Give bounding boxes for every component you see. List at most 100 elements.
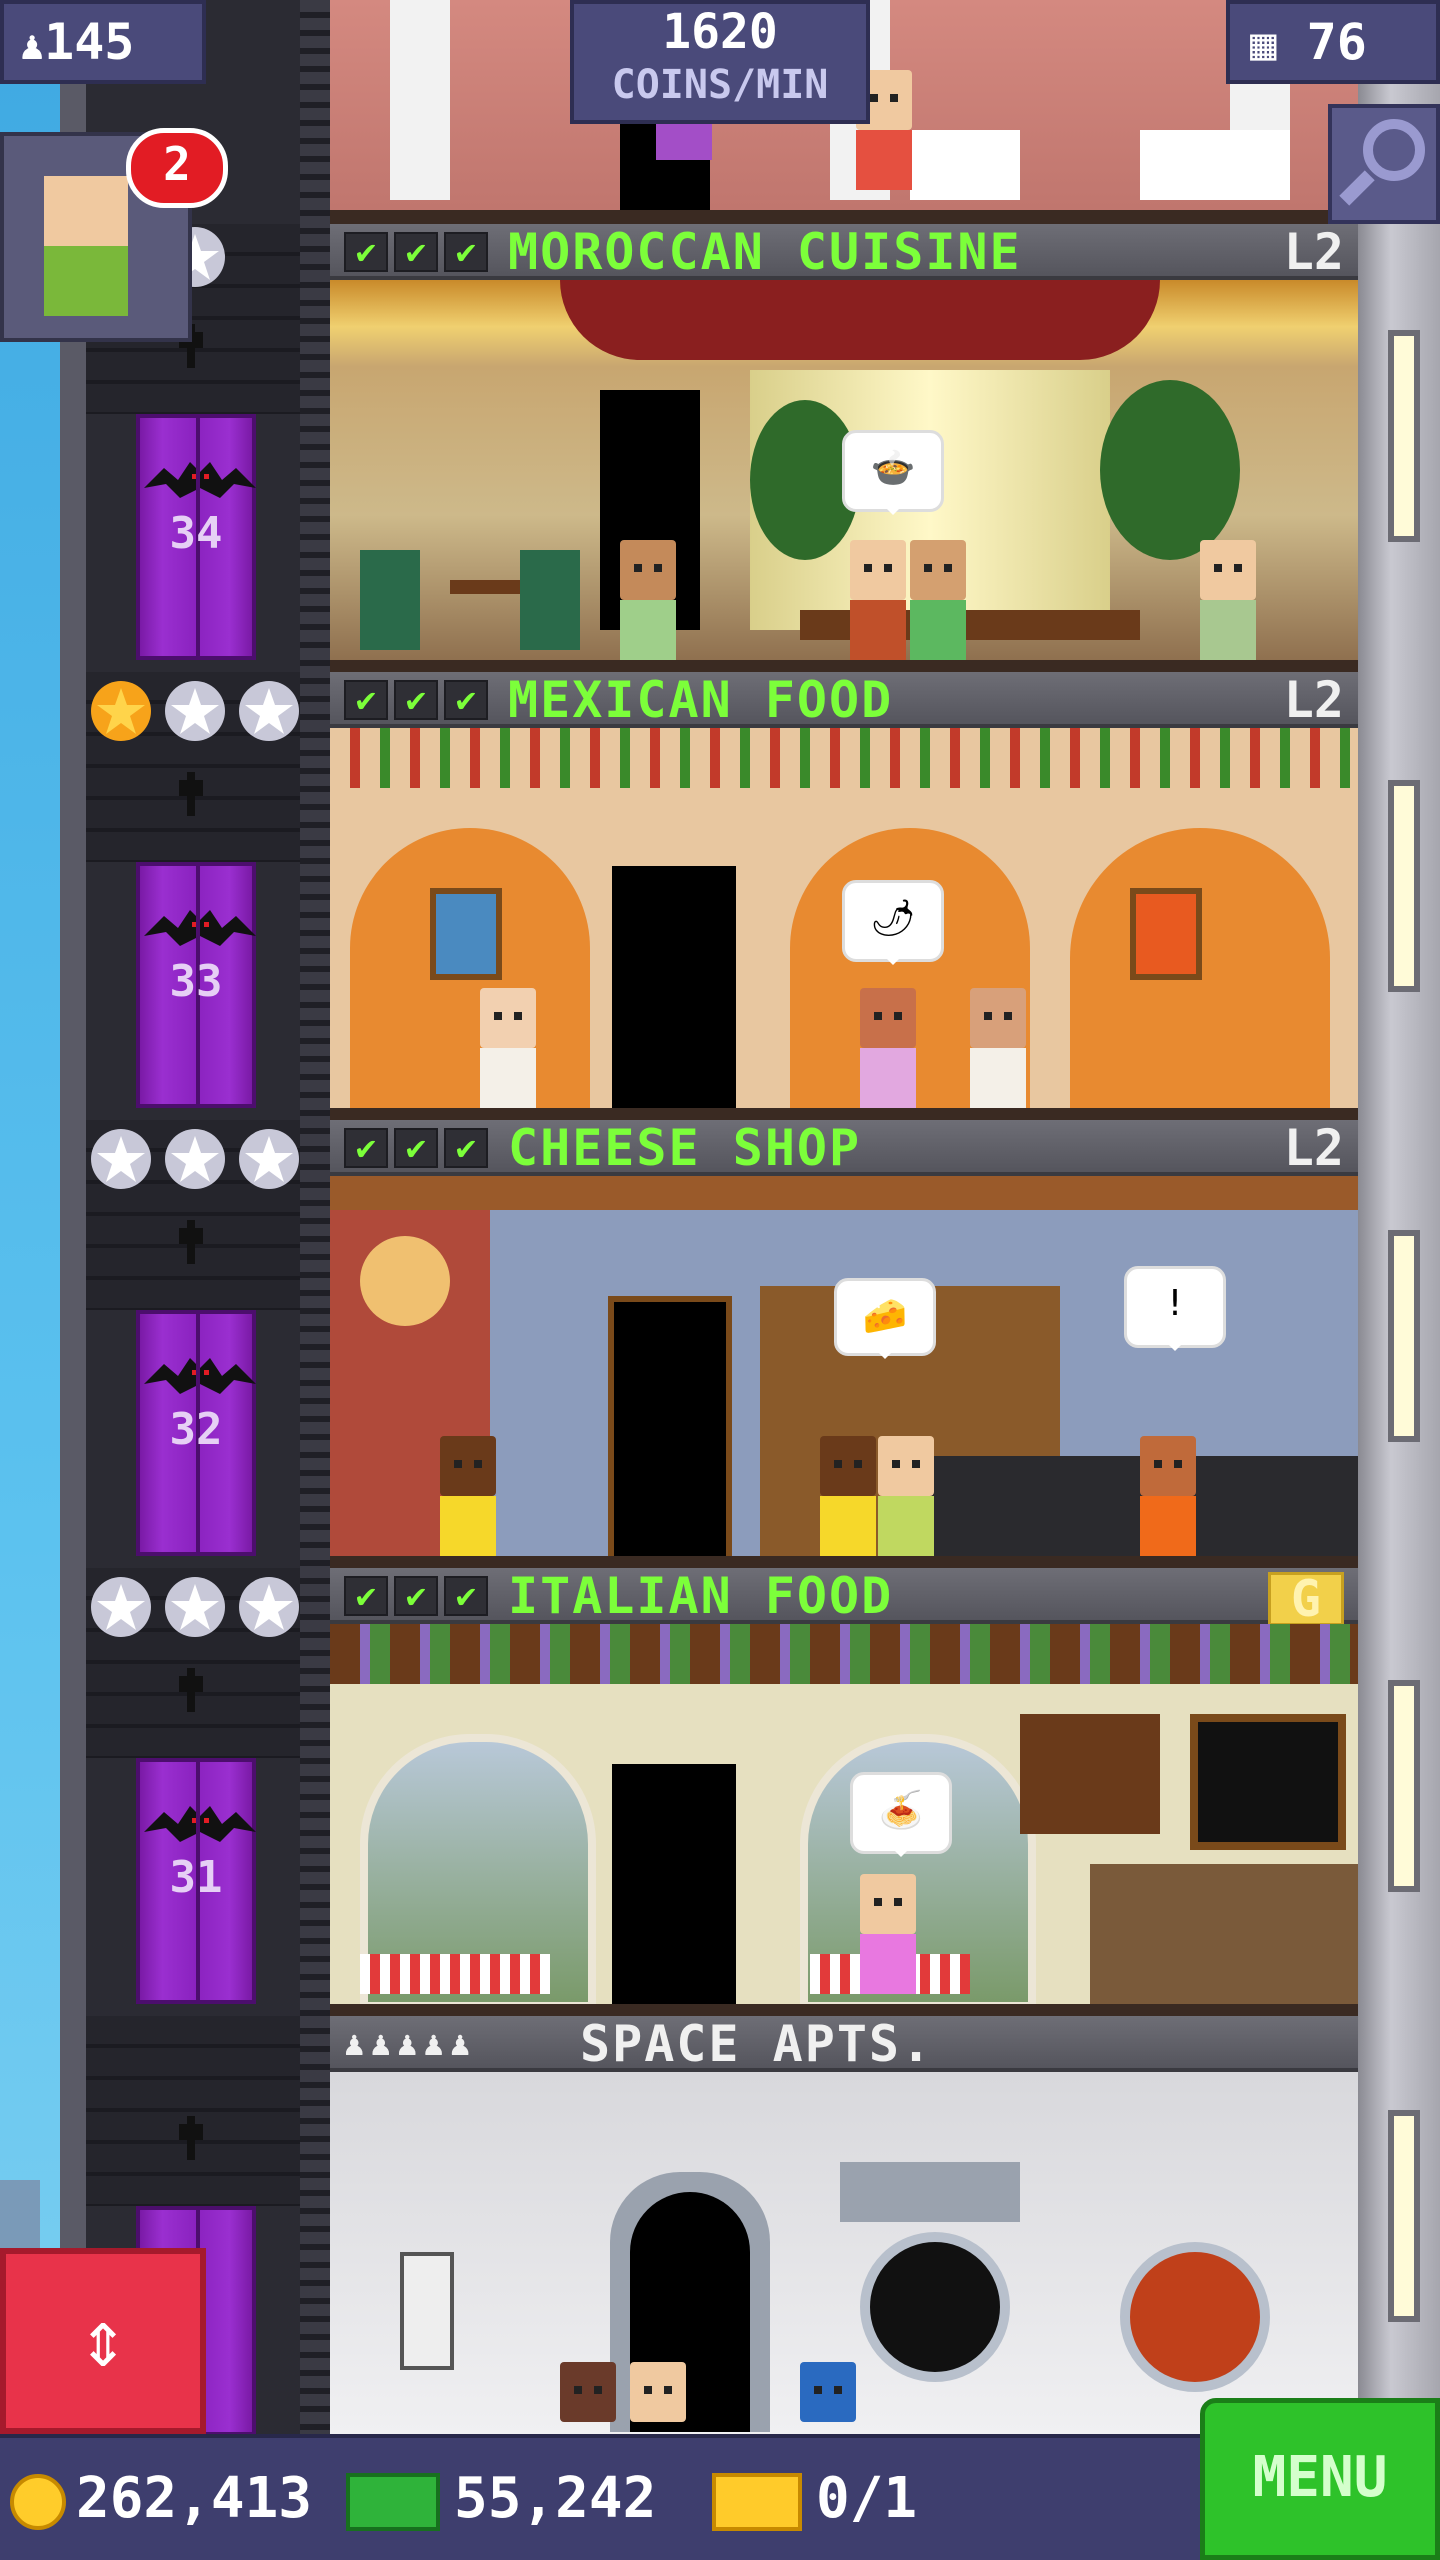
dish-icon: 🌶 bbox=[870, 898, 916, 939]
check-icon: ✔ bbox=[394, 1128, 438, 1168]
silver-star-icon bbox=[165, 1129, 225, 1189]
bitizen[interactable] bbox=[620, 540, 676, 660]
alert-bubble[interactable]: ! bbox=[1124, 1266, 1226, 1351]
dish-icon: 🍝 bbox=[878, 1790, 924, 1831]
floor-space-apts[interactable]: ♟♟♟♟♟ SPACE APTS. bbox=[330, 2016, 1358, 2436]
sky-background bbox=[0, 0, 60, 2560]
bitizen[interactable] bbox=[440, 1436, 496, 1556]
coins-display[interactable]: 262,413 bbox=[10, 2438, 312, 2560]
menu-button[interactable]: MENU bbox=[1200, 2398, 1440, 2560]
elevator-car[interactable]: 34 bbox=[136, 414, 256, 660]
notification-badge: 2 bbox=[126, 128, 228, 208]
bitizen[interactable] bbox=[860, 988, 916, 1108]
bitizen[interactable] bbox=[1200, 540, 1256, 660]
floor-counter[interactable]: ▦ 76 bbox=[1226, 0, 1440, 84]
population-value: 145 bbox=[44, 13, 135, 71]
floor-header[interactable]: ✔ ✔ ✔ MOROCCAN CUISINE L2 bbox=[330, 224, 1358, 280]
elevator-car[interactable]: 33 bbox=[136, 862, 256, 1108]
elevator-lamp-icon bbox=[179, 772, 203, 816]
ceiling-beam bbox=[330, 1176, 1358, 1210]
coins-per-min-unit: COINS/MIN bbox=[611, 62, 829, 108]
tile-border bbox=[330, 728, 1358, 788]
elevator-button[interactable]: ⇕ bbox=[0, 2248, 206, 2434]
elevator-background bbox=[86, 2016, 300, 2206]
coin-icon bbox=[10, 2473, 66, 2530]
floor-header[interactable]: ✔ ✔ ✔ CHEESE SHOP L2 bbox=[330, 1120, 1358, 1176]
bitizen[interactable] bbox=[480, 988, 536, 1108]
check-icon: ✔ bbox=[344, 680, 388, 720]
resident-slots-icon: ♟♟♟♟♟ bbox=[344, 2024, 477, 2064]
bitizen[interactable] bbox=[560, 2362, 616, 2422]
thought-bubble[interactable]: 🍲 bbox=[842, 430, 944, 515]
check-icon: ✔ bbox=[444, 232, 488, 272]
cheese-wheel bbox=[360, 1236, 450, 1326]
population-counter[interactable]: ♟145 bbox=[0, 0, 206, 84]
bitizen[interactable] bbox=[860, 1874, 916, 1994]
thought-bubble[interactable]: 🍝 bbox=[850, 1772, 952, 1857]
floor-header[interactable]: ♟♟♟♟♟ SPACE APTS. bbox=[330, 2016, 1358, 2072]
up-down-arrows-icon: ⇕ bbox=[78, 2292, 128, 2385]
floor-name: CHEESE SHOP bbox=[508, 1119, 862, 1177]
floor-stars bbox=[90, 680, 300, 741]
check-icon: ✔ bbox=[444, 1128, 488, 1168]
floor-italian-food[interactable]: ✔ ✔ ✔ ITALIAN FOOD G 🍝 bbox=[330, 1568, 1358, 2016]
floor-scene: 🧀 ! bbox=[330, 1176, 1358, 1568]
floor-cheese-shop[interactable]: ✔ ✔ ✔ CHEESE SHOP L2 🧀 ! bbox=[330, 1120, 1358, 1568]
floor-moroccan-cuisine[interactable]: ✔ ✔ ✔ MOROCCAN CUISINE L2 🍲 bbox=[330, 224, 1358, 672]
tickets-display[interactable]: 0/1 bbox=[712, 2438, 917, 2560]
visitor-shirt bbox=[44, 246, 128, 316]
tower-window bbox=[1388, 330, 1420, 542]
person-icon: ♟ bbox=[20, 23, 45, 69]
search-button[interactable] bbox=[1328, 104, 1440, 224]
bitizen[interactable] bbox=[1140, 1436, 1196, 1556]
bitizen[interactable] bbox=[970, 988, 1026, 1108]
bitizen[interactable] bbox=[800, 2362, 856, 2422]
bitizen[interactable] bbox=[850, 540, 906, 660]
thought-bubble[interactable]: 🧀 bbox=[834, 1278, 936, 1359]
check-icon: ✔ bbox=[394, 1576, 438, 1616]
silver-star-icon bbox=[91, 1129, 151, 1189]
bitizen[interactable] bbox=[910, 540, 966, 660]
floor-mexican-food[interactable]: ✔ ✔ ✔ MEXICAN FOOD L2 🌶 bbox=[330, 672, 1358, 1120]
floor-level: L2 bbox=[1283, 1119, 1344, 1177]
floor-header[interactable]: ✔ ✔ ✔ MEXICAN FOOD L2 bbox=[330, 672, 1358, 728]
bitizen[interactable] bbox=[630, 2362, 686, 2422]
chalkboard-menu bbox=[1190, 1714, 1346, 1850]
stock-checks: ✔ ✔ ✔ bbox=[344, 232, 488, 272]
doorway bbox=[612, 866, 736, 1120]
wall-picture bbox=[430, 888, 502, 980]
check-icon: ✔ bbox=[344, 232, 388, 272]
floor-header[interactable]: ✔ ✔ ✔ ITALIAN FOOD G bbox=[330, 1568, 1358, 1626]
column bbox=[390, 0, 450, 200]
control-panel bbox=[400, 2252, 454, 2370]
check-icon: ✔ bbox=[444, 680, 488, 720]
coins-per-min-value: 1620 bbox=[662, 4, 778, 60]
floor-scene: 🍲 bbox=[330, 280, 1358, 672]
coins-per-minute[interactable]: 1620 COINS/MIN bbox=[570, 0, 870, 124]
thought-bubble[interactable]: 🌶 bbox=[842, 880, 944, 965]
table bbox=[1140, 130, 1290, 200]
elevator-car[interactable]: 31 bbox=[136, 1758, 256, 2004]
elevator-car[interactable]: 32 bbox=[136, 1310, 256, 1556]
bitizen[interactable] bbox=[878, 1436, 934, 1556]
bitizen[interactable] bbox=[820, 1436, 876, 1556]
floor-name: SPACE APTS. bbox=[580, 2015, 934, 2073]
visitor-avatar bbox=[44, 176, 128, 246]
bat-icon bbox=[144, 1358, 256, 1394]
bux-icon bbox=[346, 2472, 440, 2531]
check-icon: ✔ bbox=[444, 1576, 488, 1616]
stock-checks: ✔ ✔ ✔ bbox=[344, 1576, 488, 1616]
floor-count-value: 76 bbox=[1306, 13, 1367, 71]
chair bbox=[360, 550, 420, 650]
elevator-lamp-icon bbox=[179, 1668, 203, 1712]
bux-display[interactable]: 55,242 bbox=[346, 2438, 656, 2560]
wall-picture bbox=[1130, 888, 1202, 980]
tower-window bbox=[1388, 2110, 1420, 2322]
elevator-floor-number: 32 bbox=[169, 1404, 223, 1455]
checkered-table bbox=[360, 1954, 550, 1994]
check-icon: ✔ bbox=[394, 232, 438, 272]
floor-stars bbox=[90, 1576, 300, 1637]
floor-level: L2 bbox=[1283, 671, 1344, 729]
elevator-rail bbox=[300, 0, 330, 2440]
coins-value: 262,413 bbox=[76, 2466, 313, 2531]
